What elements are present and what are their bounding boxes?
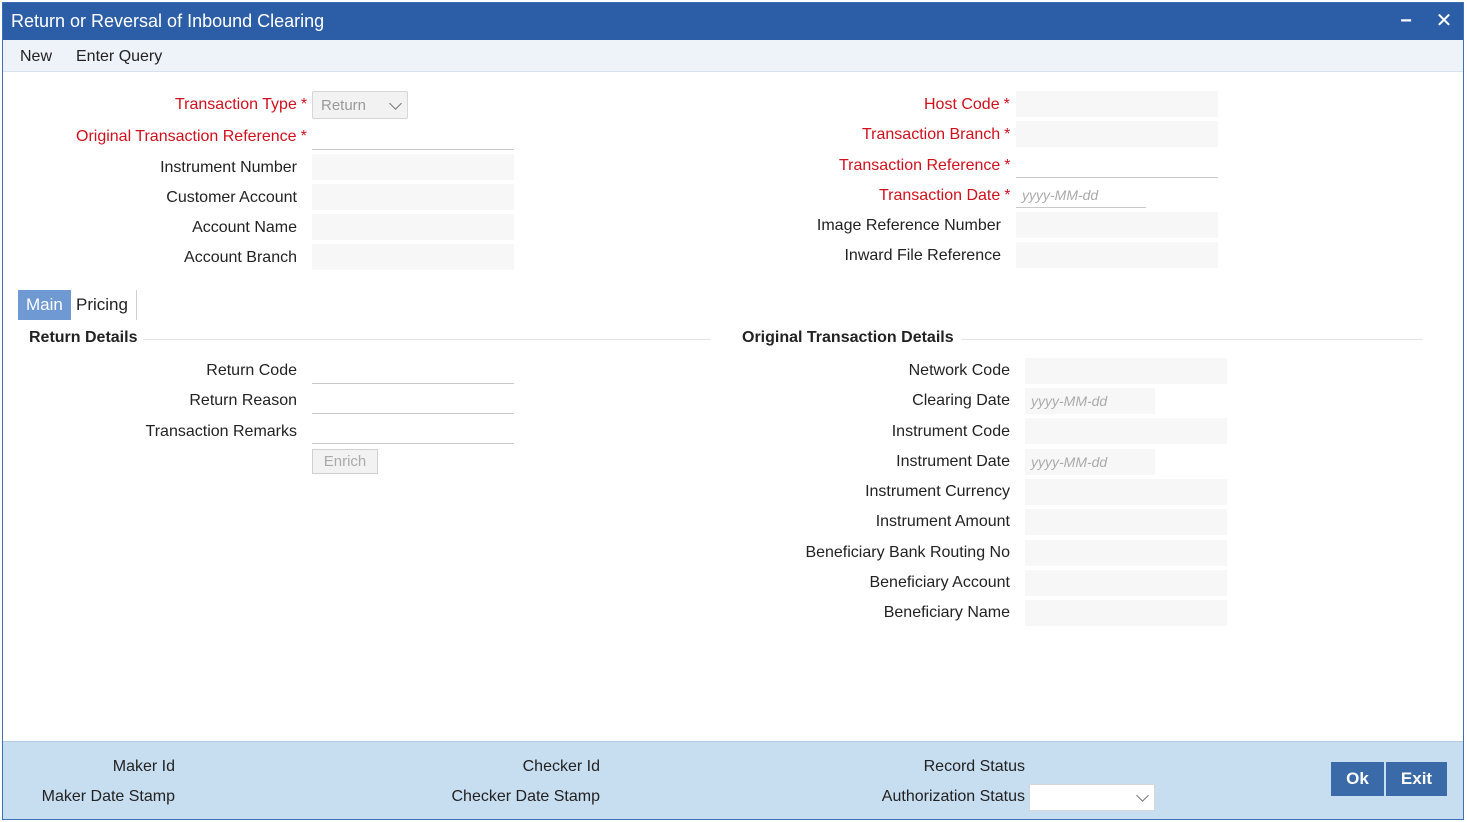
transaction-remarks-input[interactable] (312, 418, 514, 444)
maker-date-stamp-label: Maker Date Stamp (41, 788, 175, 805)
return-code-input[interactable] (312, 358, 514, 384)
network-code-field[interactable] (1025, 358, 1227, 384)
original-transaction-reference-input[interactable] (312, 124, 514, 150)
return-details-divider (143, 339, 711, 340)
dialog-window: Return or Reversal of Inbound Clearing −… (2, 2, 1464, 820)
authorization-status-label: Authorization Status (881, 788, 1025, 805)
beneficiary-account-label: Beneficiary Account (869, 574, 1010, 591)
instrument-code-field[interactable] (1025, 418, 1227, 444)
instrument-date-field[interactable]: yyyy-MM-dd (1025, 449, 1155, 475)
instrument-currency-label: Instrument Currency (865, 483, 1010, 500)
customer-account-label: Customer Account (166, 189, 297, 206)
transaction-reference-label: Transaction Reference * (839, 157, 1011, 174)
instrument-number-label: Instrument Number (160, 159, 297, 176)
transaction-branch-label: Transaction Branch * (862, 126, 1011, 143)
account-name-label: Account Name (192, 219, 297, 236)
menu-enter-query[interactable]: Enter Query (76, 48, 162, 66)
record-status-label: Record Status (923, 758, 1025, 775)
tab-pricing[interactable]: Pricing (68, 290, 137, 320)
host-code-label: Host Code * (924, 96, 1010, 113)
ok-button[interactable]: Ok (1331, 762, 1384, 796)
chevron-down-icon (1136, 789, 1149, 802)
exit-button[interactable]: Exit (1386, 762, 1447, 796)
instrument-number-field[interactable] (312, 154, 514, 180)
instrument-currency-field[interactable] (1025, 479, 1227, 505)
chevron-down-icon (389, 97, 402, 110)
clearing-date-label: Clearing Date (912, 392, 1010, 409)
instrument-code-label: Instrument Code (891, 423, 1010, 440)
original-transaction-reference-label: Original Transaction Reference * (76, 128, 307, 145)
host-code-field[interactable] (1016, 91, 1218, 117)
network-code-label: Network Code (908, 362, 1010, 379)
enrich-button[interactable]: Enrich (312, 449, 378, 474)
original-transaction-details-title: Original Transaction Details (742, 329, 954, 346)
image-reference-number-label: Image Reference Number (816, 217, 1001, 234)
customer-account-field[interactable] (312, 184, 514, 210)
clearing-date-field[interactable]: yyyy-MM-dd (1025, 388, 1155, 414)
checker-id-label: Checker Id (522, 758, 600, 775)
menu-bar: New Enter Query (3, 40, 1463, 72)
tab-main[interactable]: Main (18, 290, 71, 320)
account-branch-field[interactable] (312, 244, 514, 270)
instrument-amount-label: Instrument Amount (875, 513, 1010, 530)
transaction-type-select[interactable]: Return (312, 91, 408, 119)
checker-date-stamp-label: Checker Date Stamp (451, 788, 600, 805)
inward-file-reference-field[interactable] (1016, 242, 1218, 268)
instrument-amount-field[interactable] (1025, 509, 1227, 535)
transaction-date-label: Transaction Date * (879, 187, 1011, 204)
image-reference-number-field[interactable] (1016, 212, 1218, 238)
minimize-icon[interactable]: − (1393, 7, 1419, 35)
beneficiary-bank-routing-no-field[interactable] (1025, 540, 1227, 566)
audit-footer: Maker Id Maker Date Stamp Checker Id Che… (3, 741, 1463, 819)
return-code-label: Return Code (206, 362, 297, 379)
transaction-type-label: Transaction Type * (175, 96, 308, 113)
beneficiary-name-label: Beneficiary Name (883, 604, 1010, 621)
return-details-title: Return Details (29, 329, 138, 346)
transaction-reference-input[interactable] (1016, 152, 1218, 178)
close-icon[interactable]: ✕ (1431, 7, 1457, 35)
account-name-field[interactable] (312, 214, 514, 240)
beneficiary-bank-routing-no-label: Beneficiary Bank Routing No (805, 544, 1010, 561)
maker-id-label: Maker Id (112, 758, 175, 775)
account-branch-label: Account Branch (184, 249, 297, 266)
transaction-branch-field[interactable] (1016, 121, 1218, 147)
inward-file-reference-label: Inward File Reference (844, 247, 1001, 264)
title-bar: Return or Reversal of Inbound Clearing −… (3, 3, 1463, 40)
return-reason-label: Return Reason (189, 392, 297, 409)
window-title: Return or Reversal of Inbound Clearing (11, 11, 325, 31)
transaction-date-input[interactable]: yyyy-MM-dd (1016, 182, 1146, 208)
authorization-status-select[interactable] (1029, 784, 1155, 811)
beneficiary-name-field[interactable] (1025, 600, 1227, 626)
return-reason-input[interactable] (312, 388, 514, 414)
beneficiary-account-field[interactable] (1025, 570, 1227, 596)
menu-new[interactable]: New (20, 48, 52, 66)
original-details-divider (961, 339, 1423, 340)
transaction-remarks-label: Transaction Remarks (145, 423, 297, 440)
instrument-date-label: Instrument Date (896, 453, 1010, 470)
